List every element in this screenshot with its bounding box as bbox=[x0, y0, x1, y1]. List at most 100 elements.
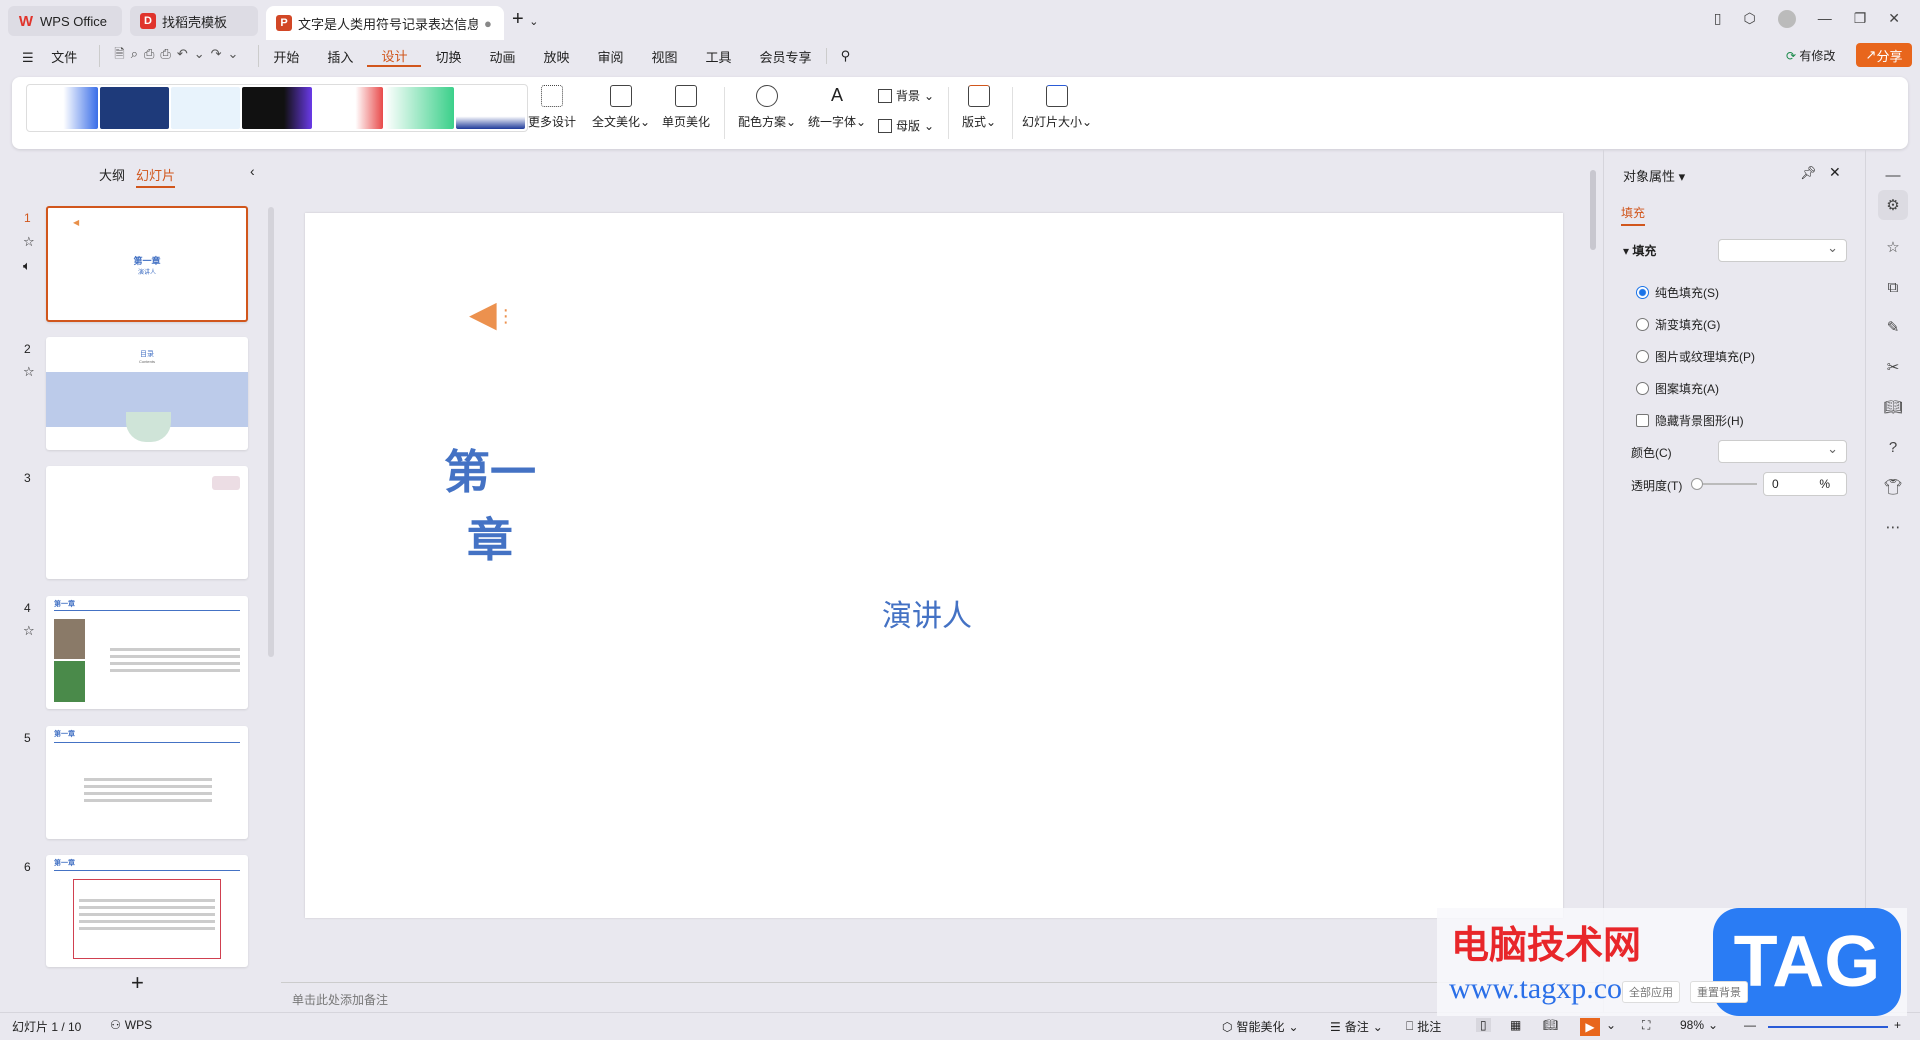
menu-huiyuan[interactable]: 会员专享 bbox=[746, 47, 826, 66]
menu-kaishi[interactable]: 开始 bbox=[259, 47, 313, 66]
modified-status[interactable]: ⟳ 有修改 bbox=[1786, 47, 1835, 64]
menu-qiehuan[interactable]: 切换 bbox=[421, 47, 475, 66]
grid-view-button[interactable]: ▦ bbox=[1510, 1018, 1521, 1032]
radio-solid-fill[interactable]: 纯色填充(S) bbox=[1636, 284, 1719, 301]
apply-all-button[interactable]: 全部应用 bbox=[1622, 981, 1680, 1003]
color-scheme-button[interactable]: 配色方案⌄ bbox=[738, 85, 796, 130]
slide-title[interactable]: 第一章 bbox=[440, 438, 540, 574]
tab-wps-office[interactable]: W WPS Office bbox=[8, 6, 122, 36]
play-options-chevron[interactable]: ⌄ bbox=[1606, 1018, 1616, 1032]
color-dropdown[interactable] bbox=[1718, 440, 1847, 463]
master-button[interactable]: 母版 ⌄ bbox=[878, 117, 934, 134]
notes-input[interactable]: 单击此处添加备注 bbox=[292, 991, 388, 1008]
unify-font-button[interactable]: A 统一字体⌄ bbox=[808, 85, 866, 130]
book-search-icon[interactable]: 📖︎ bbox=[1878, 392, 1908, 422]
hide-bg-checkbox[interactable]: 隐藏背景图形(H) bbox=[1636, 412, 1744, 429]
tools-icon[interactable]: ✂ bbox=[1878, 352, 1908, 382]
slide-thumbnail-6[interactable]: 第一章 bbox=[46, 855, 248, 967]
smart-beautify-button[interactable]: ⬡ 智能美化 ⌄ bbox=[1222, 1018, 1299, 1035]
shirt-icon[interactable]: 👕︎ bbox=[1878, 472, 1908, 502]
slide-thumbnail-4[interactable]: 第一章 bbox=[46, 596, 248, 709]
background-button[interactable]: 背景 ⌄ bbox=[878, 87, 934, 104]
new-tab-button[interactable]: + ⌄ bbox=[512, 8, 538, 31]
normal-view-button[interactable]: ▯ bbox=[1476, 1018, 1491, 1032]
slide-number: 1 bbox=[24, 211, 31, 225]
layout-button[interactable]: 版式⌄ bbox=[962, 85, 996, 130]
reset-background-button[interactable]: 重置背景 bbox=[1690, 981, 1748, 1003]
menu-shenyue[interactable]: 审阅 bbox=[584, 47, 638, 66]
slide-canvas[interactable]: ◀⋮ 第一章 演讲人 bbox=[305, 213, 1563, 918]
play-button[interactable]: ▶ bbox=[1580, 1018, 1600, 1036]
help-icon[interactable]: ? bbox=[1878, 432, 1908, 462]
minimize-button[interactable]: — bbox=[1818, 10, 1832, 28]
file-menu[interactable]: ☰ 文件 bbox=[14, 47, 99, 66]
design-icon[interactable]: ✎ bbox=[1878, 312, 1908, 342]
panel-title[interactable]: 对象属性 ▾ bbox=[1623, 166, 1685, 185]
transition-icon[interactable]: ⧉ bbox=[1878, 272, 1908, 302]
template-thumb[interactable] bbox=[455, 87, 525, 129]
zoom-slider[interactable] bbox=[1768, 1026, 1888, 1028]
fit-window-icon[interactable]: ⛶ bbox=[1642, 1018, 1650, 1033]
animation-icon[interactable]: ☆ bbox=[1878, 232, 1908, 262]
mobile-icon[interactable]: ▯ bbox=[1714, 10, 1722, 28]
menu-gongju[interactable]: 工具 bbox=[692, 47, 746, 66]
pin-icon[interactable]: 📌︎ bbox=[1800, 165, 1817, 181]
wps-status[interactable]: ⚇ WPS bbox=[110, 1018, 152, 1032]
share-button[interactable]: ↗ 分享 bbox=[1856, 43, 1912, 67]
collapse-panel-icon[interactable]: ‹ bbox=[250, 163, 255, 179]
menu-sheji[interactable]: 设计 bbox=[367, 46, 422, 67]
slide-speaker-text[interactable]: 演讲人 bbox=[882, 591, 972, 635]
close-panel-icon[interactable]: ✕ bbox=[1829, 164, 1841, 181]
slide-thumbnail-3[interactable] bbox=[46, 466, 248, 579]
slide-thumbnail-2[interactable]: 目录 Contents bbox=[46, 337, 248, 450]
menu-fangying[interactable]: 放映 bbox=[529, 47, 583, 66]
transparency-input[interactable]: 0% bbox=[1763, 472, 1847, 496]
fill-type-dropdown[interactable] bbox=[1718, 239, 1847, 262]
menu-charu[interactable]: 插入 bbox=[313, 47, 367, 66]
speaker-audio-icon[interactable]: ◀⋮ bbox=[469, 293, 515, 335]
radio-pattern-fill[interactable]: 图案填充(A) bbox=[1636, 380, 1719, 397]
menu-shitu[interactable]: 视图 bbox=[638, 47, 692, 66]
notes-button[interactable]: ☰ 备注 ⌄ bbox=[1330, 1018, 1383, 1035]
tab-slides[interactable]: 幻灯片 bbox=[136, 165, 176, 188]
thumb-scrollbar[interactable] bbox=[268, 207, 274, 657]
menu-donghua[interactable]: 动画 bbox=[475, 47, 529, 66]
slide-thumbnail-1[interactable]: ◀ 第一章 演讲人 bbox=[46, 206, 248, 322]
comment-button[interactable]: ⎕ 批注 bbox=[1406, 1018, 1441, 1035]
close-button[interactable]: ✕ bbox=[1888, 10, 1900, 28]
radio-gradient-fill[interactable]: 渐变填充(G) bbox=[1636, 316, 1720, 333]
transparency-slider[interactable] bbox=[1691, 478, 1757, 490]
zoom-out-button[interactable]: — bbox=[1744, 1018, 1756, 1032]
zoom-level[interactable]: 98% ⌄ bbox=[1680, 1018, 1718, 1032]
tab-document[interactable]: P 文字是人类用符号记录表达信息以(● bbox=[266, 6, 504, 40]
reading-view-button[interactable]: 📖︎ bbox=[1543, 1018, 1558, 1032]
template-thumb[interactable] bbox=[242, 87, 312, 129]
properties-icon[interactable]: ⚙ bbox=[1878, 190, 1908, 220]
search-icon[interactable]: ⚲ bbox=[825, 48, 865, 64]
fill-section-header[interactable]: ▾ 填充 bbox=[1623, 242, 1656, 259]
more-icon[interactable]: ⋯ bbox=[1878, 512, 1908, 542]
beautify-page-button[interactable]: 单页美化 bbox=[662, 85, 710, 130]
template-thumb[interactable] bbox=[100, 87, 170, 129]
add-slide-button[interactable]: + bbox=[131, 970, 144, 996]
avatar[interactable] bbox=[1777, 10, 1796, 28]
slide-thumbnail-5[interactable]: 第一章 bbox=[46, 726, 248, 839]
template-thumb[interactable] bbox=[171, 87, 241, 129]
tab-fill[interactable]: 填充 bbox=[1621, 204, 1646, 226]
slide-size-button[interactable]: 幻灯片大小⌄ bbox=[1022, 85, 1092, 130]
beautify-all-button[interactable]: 全文美化⌄ bbox=[592, 85, 650, 130]
editor-scrollbar[interactable] bbox=[1590, 170, 1596, 250]
template-thumb[interactable] bbox=[384, 87, 454, 129]
restore-button[interactable]: ❐ bbox=[1854, 10, 1867, 28]
wps-logo-icon: W bbox=[18, 12, 34, 30]
template-thumb[interactable] bbox=[313, 87, 383, 129]
tab-outline[interactable]: 大纲 bbox=[99, 165, 125, 184]
radio-picture-fill[interactable]: 图片或纹理填充(P) bbox=[1636, 348, 1755, 365]
tab-docer-templates[interactable]: D 找稻壳模板 bbox=[130, 6, 258, 36]
template-thumb[interactable] bbox=[29, 87, 99, 129]
design-template-gallery[interactable] bbox=[26, 84, 528, 132]
cube-icon[interactable]: ⬡ bbox=[1743, 10, 1755, 28]
zoom-in-button[interactable]: + bbox=[1894, 1018, 1901, 1032]
more-design-button[interactable]: 更多设计 bbox=[528, 85, 576, 130]
collapse-sidebar-icon[interactable]: — bbox=[1878, 160, 1908, 190]
